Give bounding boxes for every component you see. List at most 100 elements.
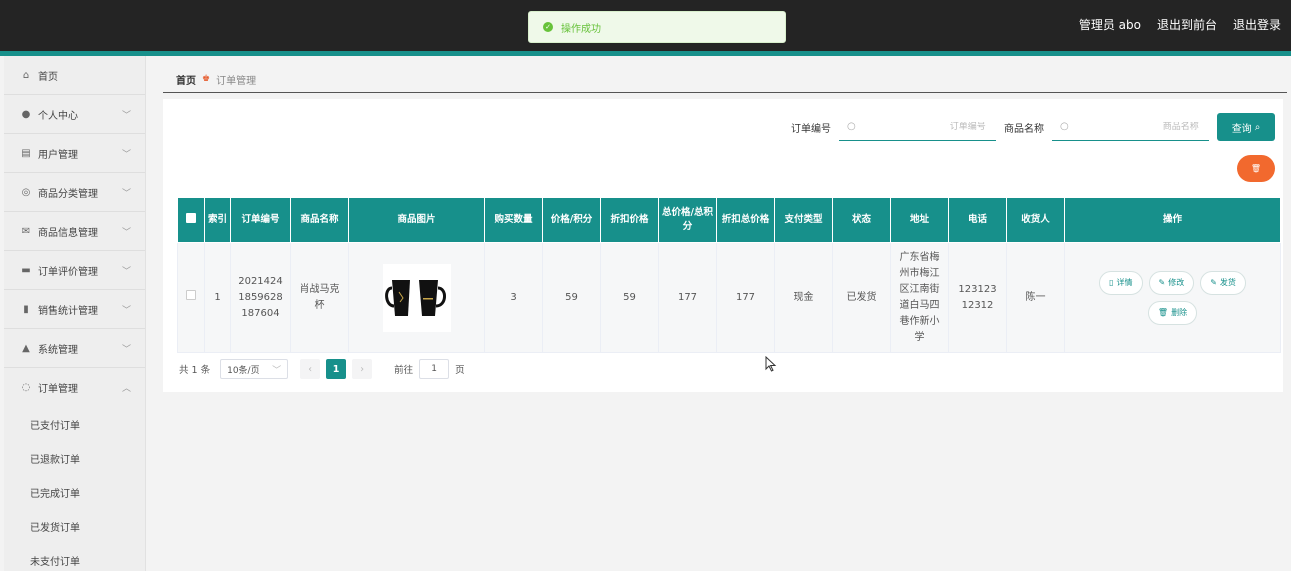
sidebar-subitem-paid-orders[interactable]: 已支付订单 — [4, 407, 145, 441]
cell-address: 广东省梅州市梅江区江南街道白马四巷作新小学 — [890, 242, 949, 353]
orders-table: 索引 订单编号 商品名称 商品图片 购买数量 价格/积分 折扣价格 总价格/总积… — [177, 197, 1281, 353]
col-header: 购买数量 — [484, 197, 543, 243]
cell-status: 已发货 — [832, 242, 891, 353]
ship-button-label: 发货 — [1219, 277, 1236, 287]
chevron-right-icon: › — [360, 363, 364, 375]
cell-phone: 12312312312 — [948, 242, 1007, 353]
table-row: 1 20214241859628187604 肖战马克杯 3 59 59 177… — [177, 242, 1281, 353]
page-number-current[interactable]: 1 — [326, 359, 347, 379]
cell-product-image — [348, 242, 485, 353]
comment-icon: ▬ — [21, 264, 31, 276]
table-header-row: 索引 订单编号 商品名称 商品图片 购买数量 价格/积分 折扣价格 总价格/总积… — [177, 197, 1281, 243]
sidebar-item-label: 销售统计管理 — [38, 305, 98, 317]
cell-order-no-text: 20214241859628187604 — [238, 275, 283, 319]
col-header: 电话 — [948, 197, 1007, 243]
home-icon: ⌂ — [22, 69, 30, 81]
col-header: 订单编号 — [230, 197, 291, 243]
col-header: 价格/积分 — [542, 197, 601, 243]
col-header: 总价格/总积分 — [658, 197, 717, 243]
cell-address-text: 广东省梅州市梅江区江南街道白马四巷作新小学 — [899, 251, 940, 343]
row-checkbox[interactable] — [186, 289, 196, 300]
detail-button[interactable]: ▯ 详情 — [1099, 270, 1143, 295]
sidebar-item-product-management[interactable]: ✉ 商品信息管理 ﹀ — [4, 212, 145, 251]
system-icon: ▲ — [22, 342, 30, 354]
chevron-up-icon: ︿ — [121, 384, 131, 394]
breadcrumb-separator-icon: ♚ — [202, 74, 211, 84]
edit-button[interactable]: ✎ 修改 — [1148, 270, 1195, 295]
cell-total: 177 — [658, 242, 717, 353]
sidebar-item-sales-stats[interactable]: ▮ 销售统计管理 ﹀ — [4, 290, 145, 329]
product-name-input[interactable] — [1068, 121, 1199, 132]
cell-index: 1 — [204, 242, 231, 353]
success-toast: ✓ 操作成功 — [528, 11, 786, 43]
sidebar-item-label: 商品信息管理 — [38, 227, 98, 239]
sidebar: ⌂ 首页 ● 个人中心 ﹀ ▤ 用户管理 ﹀ ◎ 商品分类管理 ﹀ ✉ 商品信息… — [4, 56, 146, 571]
edit-icon: ✎ — [1210, 277, 1217, 287]
col-header: 地址 — [890, 197, 949, 243]
sidebar-subitem-completed-orders[interactable]: 已完成订单 — [4, 475, 145, 509]
select-all-cell — [177, 197, 205, 243]
sidebar-subitem-shipped-orders[interactable]: 已发货订单 — [4, 509, 145, 543]
cell-product-name-text: 肖战马克杯 — [299, 283, 340, 311]
sidebar-item-system[interactable]: ▲ 系统管理 ﹀ — [4, 329, 145, 368]
pagination: 共 1 条 10条/页 ﹀ ‹ 1 › 前往 1 页 — [179, 359, 465, 379]
batch-delete-button[interactable]: 🗑 — [1237, 155, 1275, 182]
pagination-total: 共 1 条 — [179, 365, 211, 376]
page-size-value: 10条/页 — [227, 365, 260, 376]
order-no-input[interactable] — [855, 121, 986, 132]
sidebar-item-order-management[interactable]: ◌ 订单管理 ︿ — [4, 368, 145, 407]
sidebar-item-review-management[interactable]: ▬ 订单评价管理 ﹀ — [4, 251, 145, 290]
search-icon: ○ — [1060, 121, 1069, 132]
sidebar-item-home[interactable]: ⌂ 首页 — [4, 56, 145, 95]
breadcrumb-home[interactable]: 首页 — [176, 72, 196, 87]
trash-icon: 🗑 — [1250, 164, 1262, 173]
product-name-label: 商品名称 — [1004, 123, 1044, 135]
ship-button[interactable]: ✎ 发货 — [1200, 270, 1246, 295]
logout-link[interactable]: 退出登录 — [1233, 16, 1281, 33]
sidebar-subitem-unpaid-orders[interactable]: 未支付订单 — [4, 543, 145, 571]
select-all-checkbox[interactable] — [186, 212, 196, 223]
check-circle-icon: ✓ — [543, 22, 553, 32]
sidebar-item-label: 订单管理 — [38, 384, 78, 395]
edit-icon: ✎ — [1158, 277, 1166, 287]
top-actions: 管理员 abo 退出到前台 退出登录 — [1079, 16, 1281, 33]
cell-discount-total: 177 — [716, 242, 775, 353]
cell-price: 59 — [542, 242, 601, 353]
col-header: 支付类型 — [774, 197, 833, 243]
cell-actions: ▯ 详情 ✎ 修改 ✎ 发货 🗑 删除 — [1064, 242, 1281, 353]
chevron-down-icon: ﹀ — [121, 188, 131, 199]
chevron-down-icon: ﹀ — [121, 227, 131, 238]
col-header: 折扣价格 — [600, 197, 659, 243]
order-no-field: ○ — [839, 113, 996, 141]
chart-icon: ▮ — [23, 303, 29, 315]
chevron-left-icon: ‹ — [308, 363, 312, 375]
sidebar-item-personal-center[interactable]: ● 个人中心 ﹀ — [4, 95, 145, 134]
category-icon: ◎ — [21, 186, 31, 198]
page-size-select[interactable]: 10条/页 ﹀ — [220, 359, 289, 379]
admin-user-label[interactable]: 管理员 abo — [1079, 16, 1141, 33]
mug-image-icon — [384, 279, 446, 316]
delete-button[interactable]: 🗑 删除 — [1147, 300, 1198, 325]
search-icon: ○ — [847, 121, 856, 132]
prev-page-button[interactable]: ‹ — [300, 359, 321, 379]
sidebar-subitem-refunded-orders[interactable]: 已退款订单 — [4, 441, 145, 475]
next-page-button[interactable]: › — [352, 359, 373, 379]
chevron-down-icon: ﹀ — [121, 110, 131, 121]
goto-suffix: 页 — [455, 365, 465, 376]
col-header: 操作 — [1064, 197, 1281, 243]
cell-receiver: 陈一 — [1006, 242, 1065, 353]
goto-page-input[interactable]: 1 — [419, 359, 450, 379]
exit-to-frontend-link[interactable]: 退出到前台 — [1157, 16, 1217, 33]
order-no-label: 订单编号 — [791, 123, 831, 135]
document-icon: ▯ — [1109, 277, 1114, 287]
product-name-field: ○ — [1052, 113, 1209, 141]
chevron-down-icon: ﹀ — [121, 149, 131, 160]
main-panel: 订单编号 ○ 商品名称 ○ 查询 ⌕ 🗑 索引 订单编号 商品名称 商品图片 购… — [163, 99, 1283, 392]
sidebar-item-category-management[interactable]: ◎ 商品分类管理 ﹀ — [4, 173, 145, 212]
sidebar-item-user-management[interactable]: ▤ 用户管理 ﹀ — [4, 134, 145, 173]
chevron-down-icon: ﹀ — [121, 266, 131, 277]
query-button[interactable]: 查询 ⌕ — [1217, 113, 1275, 141]
chevron-down-icon: ﹀ — [121, 305, 131, 316]
search-icon: ⌕ — [1254, 121, 1261, 133]
sidebar-item-label: 个人中心 — [38, 110, 78, 122]
